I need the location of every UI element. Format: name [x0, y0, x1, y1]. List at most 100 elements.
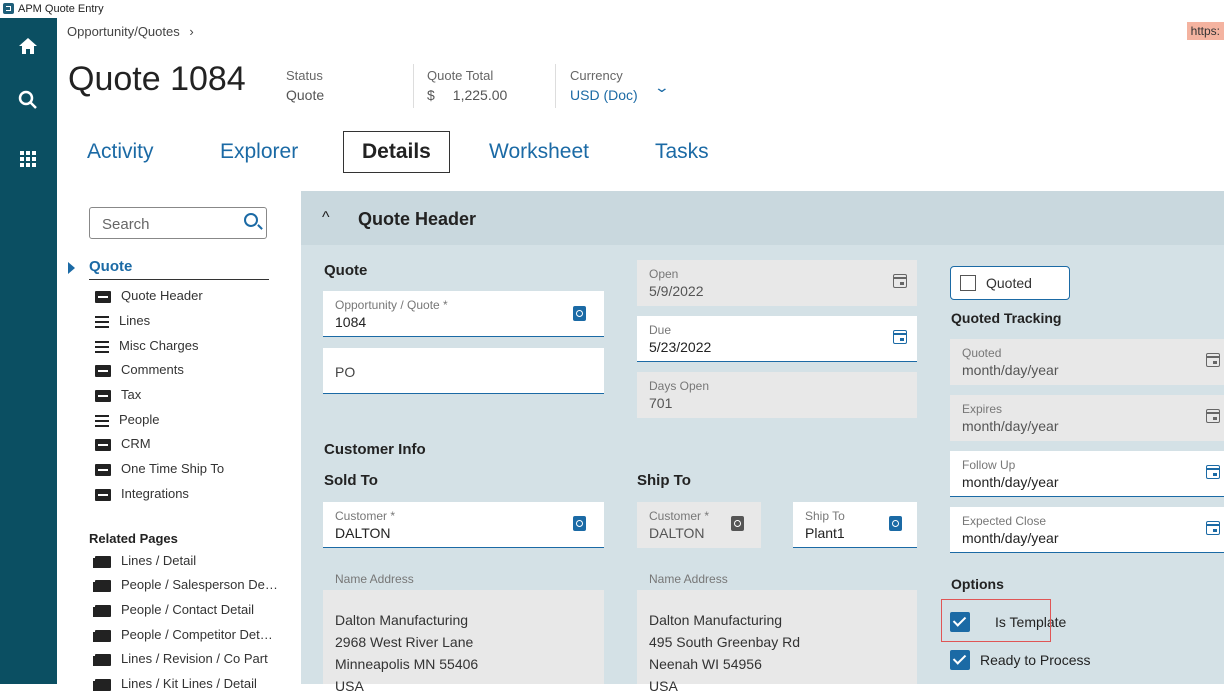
field-value: DALTON: [649, 525, 705, 541]
search-icon[interactable]: [244, 213, 258, 227]
address-line: USA: [649, 678, 678, 694]
sidebar-item-tax[interactable]: Tax: [95, 386, 141, 404]
expected-close-date-field[interactable]: Expected Close month/day/year: [950, 507, 1224, 553]
currency-value[interactable]: USD (Doc): [570, 87, 638, 103]
due-date-field[interactable]: Due 5/23/2022: [637, 316, 917, 362]
ready-to-process-checkbox[interactable]: [950, 650, 970, 670]
opportunity-quote-field[interactable]: Opportunity / Quote * 1084: [323, 291, 604, 337]
related-page-item[interactable]: Lines / Kit Lines / Detail: [93, 675, 257, 693]
days-open-field: Days Open 701: [637, 372, 917, 418]
sidebar-item-label: Integrations: [121, 486, 189, 501]
window-titlebar: APM Quote Entry: [0, 0, 1224, 18]
quoted-date-field: Quoted month/day/year: [950, 339, 1224, 385]
address-line: Dalton Manufacturing: [335, 612, 469, 628]
customer-info-label: Customer Info: [324, 441, 426, 458]
address-line: Neenah WI 54956: [649, 656, 762, 672]
sidebar-item-misc-charges[interactable]: Misc Charges: [95, 337, 198, 355]
related-page-item[interactable]: Lines / Revision / Co Part: [93, 650, 268, 668]
field-value: month/day/year: [962, 362, 1059, 378]
tab-activity[interactable]: Activity: [87, 140, 154, 164]
search-input[interactable]: Search: [89, 207, 267, 239]
related-page-item[interactable]: People / Salesperson De…: [93, 576, 278, 594]
list-icon: [95, 414, 109, 427]
currency-dropdown-chevron-icon[interactable]: ⌄: [654, 79, 670, 96]
breadcrumb[interactable]: Opportunity/Quotes ›: [67, 24, 194, 39]
customer-field[interactable]: Customer * DALTON: [323, 502, 604, 548]
name-address-label: Name Address: [649, 572, 728, 586]
apps-grid-icon[interactable]: [17, 150, 39, 172]
sidebar-item-comments[interactable]: Comments: [95, 361, 184, 379]
field-value: 701: [649, 395, 673, 411]
sidebar-section-quote[interactable]: Quote: [89, 258, 269, 280]
sidebar-item-label: CRM: [121, 436, 151, 451]
related-page-label: People / Contact Detail: [121, 602, 254, 617]
header-divider: [413, 64, 414, 108]
field-label: Customer *: [649, 509, 710, 523]
tab-tasks[interactable]: Tasks: [655, 140, 709, 164]
list-icon: [95, 315, 109, 328]
field-label: Expected Close: [962, 514, 1047, 528]
calendar-icon: [1206, 409, 1220, 423]
quote-total-label: Quote Total: [427, 68, 494, 83]
tab-explorer[interactable]: Explorer: [220, 140, 298, 164]
list-icon: [95, 340, 109, 353]
card-icon: [95, 463, 111, 476]
left-nav-bar: [0, 18, 57, 684]
quoted-tracking-label: Quoted Tracking: [951, 310, 1062, 326]
field-label: Customer *: [335, 509, 396, 523]
sidebar-item-label: One Time Ship To: [121, 461, 225, 476]
collapse-caret-icon[interactable]: ^: [322, 209, 330, 227]
pages-stack-icon: [93, 653, 111, 666]
po-field[interactable]: PO: [323, 348, 604, 394]
related-page-item[interactable]: People / Competitor Det…: [93, 626, 273, 644]
sidebar-item-label: Comments: [121, 362, 184, 377]
field-value: 5/9/2022: [649, 283, 704, 299]
url-fragment: https:: [1186, 22, 1224, 40]
card-icon: [95, 438, 111, 451]
sidebar-item-lines[interactable]: Lines: [95, 312, 150, 330]
calendar-icon[interactable]: [1206, 465, 1220, 479]
pages-stack-icon: [93, 604, 111, 617]
breadcrumb-link[interactable]: Opportunity/Quotes: [67, 24, 180, 39]
sidebar-item-label: Misc Charges: [119, 338, 199, 353]
home-icon[interactable]: [17, 36, 39, 58]
address-line: 495 South Greenbay Rd: [649, 634, 800, 650]
sold-to-label: Sold To: [324, 472, 378, 489]
card-icon: [95, 290, 111, 303]
sidebar-item-people[interactable]: People: [95, 411, 159, 429]
expand-arrow-icon[interactable]: [68, 262, 75, 274]
breadcrumb-chevron-icon: ›: [189, 24, 194, 39]
field-value: Plant1: [805, 525, 845, 541]
sidebar-item-label: Tax: [121, 387, 142, 402]
sidebar-item-quote-header[interactable]: Quote Header: [95, 287, 203, 305]
sidebar-item-label: People: [119, 412, 160, 427]
ship-to-field[interactable]: Ship To Plant1: [793, 502, 917, 548]
tab-details[interactable]: Details: [343, 131, 450, 173]
lookup-icon[interactable]: [573, 516, 586, 531]
sidebar-item-crm[interactable]: CRM: [95, 435, 151, 453]
sidebar-item-integrations[interactable]: Integrations: [95, 485, 189, 503]
search-icon[interactable]: [17, 90, 39, 112]
sidebar-item-label: Lines: [119, 313, 151, 328]
related-page-item[interactable]: People / Contact Detail: [93, 601, 254, 619]
currency-field[interactable]: Currency USD (Doc): [570, 68, 638, 103]
open-date-field: Open 5/9/2022: [637, 260, 917, 306]
calendar-icon[interactable]: [893, 330, 907, 344]
related-page-item[interactable]: Lines / Detail: [93, 552, 196, 570]
quoted-checkbox[interactable]: Quoted: [950, 266, 1070, 300]
pages-stack-icon: [93, 555, 111, 568]
follow-up-date-field[interactable]: Follow Up month/day/year: [950, 451, 1224, 497]
lookup-icon[interactable]: [573, 306, 586, 321]
quote-total-amount: 1,225.00: [452, 87, 508, 103]
field-label: Days Open: [649, 379, 710, 393]
highlight-annotation-box: [941, 599, 1051, 642]
tab-worksheet[interactable]: Worksheet: [489, 140, 589, 164]
lookup-icon[interactable]: [889, 516, 902, 531]
ready-to-process-label: Ready to Process: [980, 652, 1091, 668]
sidebar-item-one-time-ship-to[interactable]: One Time Ship To: [95, 460, 224, 478]
ship-customer-field: Customer * DALTON: [637, 502, 761, 548]
calendar-icon[interactable]: [1206, 521, 1220, 535]
window-title: APM Quote Entry: [18, 3, 104, 15]
field-value: month/day/year: [962, 418, 1059, 434]
field-label: Follow Up: [962, 458, 1016, 472]
